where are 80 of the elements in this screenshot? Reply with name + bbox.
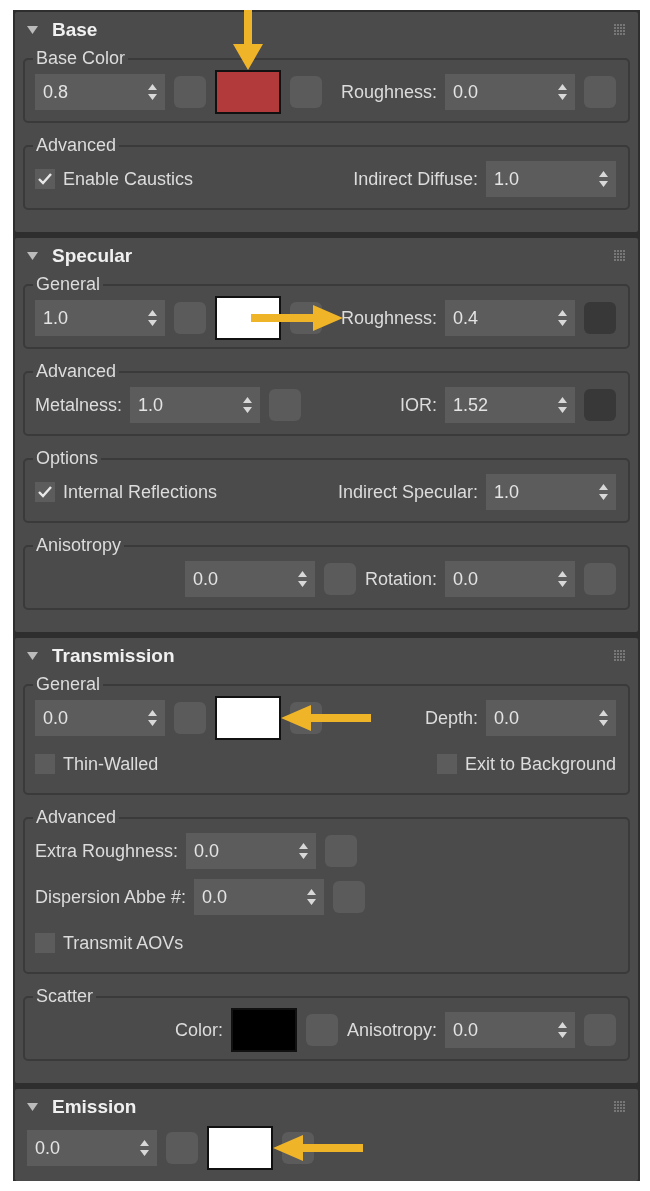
color-swatch[interactable] (230, 1008, 297, 1052)
number-spinner[interactable]: 0.0 (27, 1130, 157, 1166)
checkbox-label: Transmit AOVs (63, 932, 184, 954)
grip-icon[interactable] (614, 24, 626, 36)
spinner-arrows-icon[interactable] (297, 571, 307, 587)
number-spinner[interactable]: 0.0 (445, 561, 575, 597)
group-title: Advanced (35, 135, 118, 156)
group-title: General (35, 674, 102, 695)
spinner-arrows-icon[interactable] (558, 397, 567, 413)
pointer-arrow (233, 10, 263, 70)
field-label: Roughness: (340, 307, 437, 329)
spinner-arrows-icon[interactable] (558, 84, 567, 100)
number-spinner[interactable]: 0.0 (184, 561, 315, 597)
number-spinner[interactable]: 0.8 (35, 74, 165, 110)
group-title: Anisotropy (35, 535, 123, 556)
number-spinner[interactable]: 0.0 (445, 74, 575, 110)
number-spinner[interactable]: 0.0 (186, 833, 317, 869)
number-spinner[interactable]: 0.0 (445, 1012, 575, 1048)
spinner-arrows-icon[interactable] (148, 710, 157, 726)
spinner-arrows-icon[interactable] (599, 171, 608, 187)
checkbox-label: Internal Reflections (63, 481, 218, 503)
group-title: Options (35, 448, 100, 469)
number-spinner[interactable]: 1.0 (486, 474, 616, 510)
checkbox-label: Enable Caustics (63, 168, 194, 190)
expand-triangle-icon[interactable] (27, 26, 38, 34)
checkbox-label: Thin-Walled (63, 753, 159, 775)
group-title: Advanced (35, 807, 118, 828)
field-label: Color: (174, 1019, 223, 1041)
field-label: Rotation: (364, 568, 437, 590)
field-label: Depth: (424, 707, 478, 729)
field-label: IOR: (400, 394, 437, 416)
field-label: Dispersion Abbe #: (35, 886, 187, 908)
group-title: Advanced (35, 361, 118, 382)
color-swatch[interactable] (207, 1126, 273, 1170)
spinner-arrows-icon[interactable] (599, 484, 608, 500)
number-spinner[interactable]: 0.4 (445, 300, 575, 336)
expand-triangle-icon[interactable] (27, 652, 38, 660)
grip-icon[interactable] (614, 250, 626, 262)
color-swatch[interactable] (215, 70, 281, 114)
group-title: Base Color (35, 48, 127, 69)
number-spinner[interactable]: 0.0 (194, 879, 325, 915)
rollout-title[interactable]: Transmission (52, 645, 175, 667)
number-spinner[interactable]: 1.0 (130, 387, 261, 423)
number-spinner[interactable]: 1.0 (35, 300, 165, 336)
field-label: Roughness: (340, 81, 437, 103)
group-title: General (35, 274, 102, 295)
checkmark-icon (38, 173, 52, 185)
spinner-arrows-icon[interactable] (140, 1140, 149, 1156)
field-label: Indirect Diffuse: (353, 168, 478, 190)
number-spinner[interactable]: 0.0 (486, 700, 616, 736)
checkbox[interactable] (35, 482, 55, 502)
checkbox[interactable] (35, 169, 55, 189)
spinner-arrows-icon[interactable] (558, 310, 567, 326)
number-spinner[interactable]: 1.52 (445, 387, 575, 423)
spinner-arrows-icon[interactable] (599, 710, 608, 726)
checkbox-label: Exit to Background (464, 753, 616, 775)
group-title: Scatter (35, 986, 95, 1007)
expand-triangle-icon[interactable] (27, 1103, 38, 1111)
field-label: Metalness: (35, 394, 123, 416)
grip-icon[interactable] (614, 650, 626, 662)
expand-triangle-icon[interactable] (27, 252, 38, 260)
spinner-arrows-icon[interactable] (307, 889, 317, 905)
spinner-arrows-icon[interactable] (299, 843, 309, 859)
spinner-arrows-icon[interactable] (243, 397, 253, 413)
field-label: Anisotropy: (346, 1019, 437, 1041)
color-swatch[interactable] (215, 696, 281, 740)
spinner-arrows-icon[interactable] (558, 1022, 567, 1038)
rollout-title[interactable]: Emission (52, 1096, 137, 1118)
spinner-arrows-icon[interactable] (148, 310, 157, 326)
grip-icon[interactable] (614, 1101, 626, 1113)
field-label: Extra Roughness: (35, 840, 179, 862)
field-label: Indirect Specular: (337, 481, 478, 503)
spinner-arrows-icon[interactable] (558, 571, 567, 587)
color-swatch[interactable] (215, 296, 281, 340)
number-spinner[interactable]: 1.0 (486, 161, 616, 197)
spinner-arrows-icon[interactable] (148, 84, 157, 100)
checkmark-icon (38, 486, 52, 498)
number-spinner[interactable]: 0.0 (35, 700, 165, 736)
rollout-title[interactable]: Specular (52, 245, 133, 267)
rollout-title[interactable]: Base (52, 19, 98, 41)
